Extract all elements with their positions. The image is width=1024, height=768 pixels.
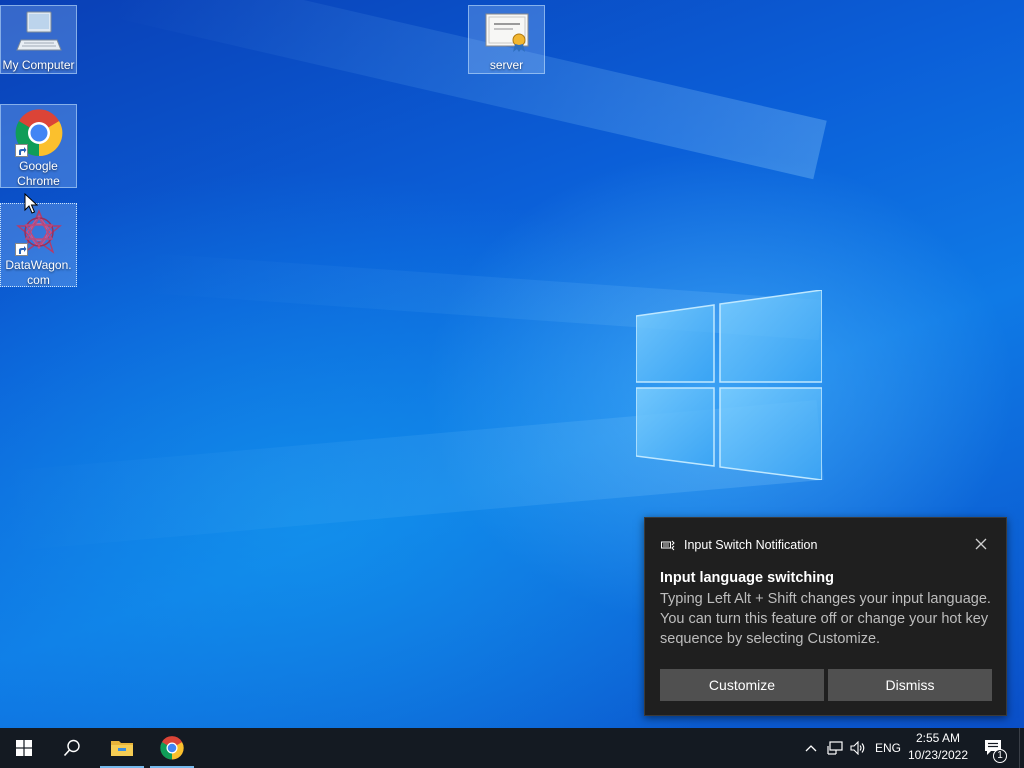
start-button[interactable] [0,728,48,768]
input-switch-notification: Input Switch Notification Input language… [644,517,1007,716]
computer-icon [15,10,63,58]
notification-count-badge: 1 [993,749,1007,763]
notification-header: Input Switch Notification [661,537,817,553]
clock[interactable]: 2:55 AM 10/23/2022 [903,730,973,764]
speaker-icon [850,741,865,755]
desktop-icon-label: server [489,58,524,72]
notification-app-name: Input Switch Notification [684,538,818,552]
mouse-cursor-icon [24,193,38,214]
desktop-icon-label: My Computer [2,58,75,72]
desktop-icon-server[interactable]: server [468,5,545,74]
customize-button[interactable]: Customize [660,669,824,701]
taskbar: ENG 2:55 AM 10/23/2022 1 [0,728,1024,768]
action-center-button[interactable]: 1 [978,728,1010,768]
desktop-icon-label: Google Chrome [17,159,60,188]
keyboard-switch-icon [661,540,675,551]
clock-date: 10/23/2022 [907,748,969,762]
network-icon [827,741,843,755]
desktop-icon-datawagon[interactable]: DataWagon.com [0,203,77,287]
start-icon [16,740,32,756]
shortcut-arrow-icon [14,243,28,256]
notification-title: Input language switching [660,570,834,586]
volume-tray-button[interactable] [847,728,869,768]
language-indicator[interactable]: ENG [872,728,904,768]
show-desktop-button[interactable] [1019,728,1024,768]
chrome-taskbar-button[interactable] [148,728,196,768]
desktop-icon-google-chrome[interactable]: Google Chrome [0,104,77,188]
windows-logo [636,290,822,480]
desktop-icon-my-computer[interactable]: My Computer [0,5,77,74]
file-explorer-taskbar-button[interactable] [98,728,146,768]
show-hidden-icons-button[interactable] [800,728,822,768]
certificate-icon [483,10,531,58]
search-icon [63,739,80,757]
search-button[interactable] [48,728,96,768]
chrome-icon [160,736,184,760]
desktop-icon-label: DataWagon.com [5,258,72,287]
notification-body: Typing Left Alt + Shift changes your inp… [660,591,991,647]
chrome-icon [14,109,63,157]
dismiss-button[interactable]: Dismiss [828,669,992,701]
close-icon[interactable] [974,537,988,551]
network-tray-button[interactable] [824,728,846,768]
shortcut-arrow-icon [14,144,28,157]
datawagon-icon [14,208,63,256]
file-explorer-icon [111,741,133,756]
chevron-up-icon [805,745,817,752]
clock-time: 2:55 AM [915,731,961,745]
